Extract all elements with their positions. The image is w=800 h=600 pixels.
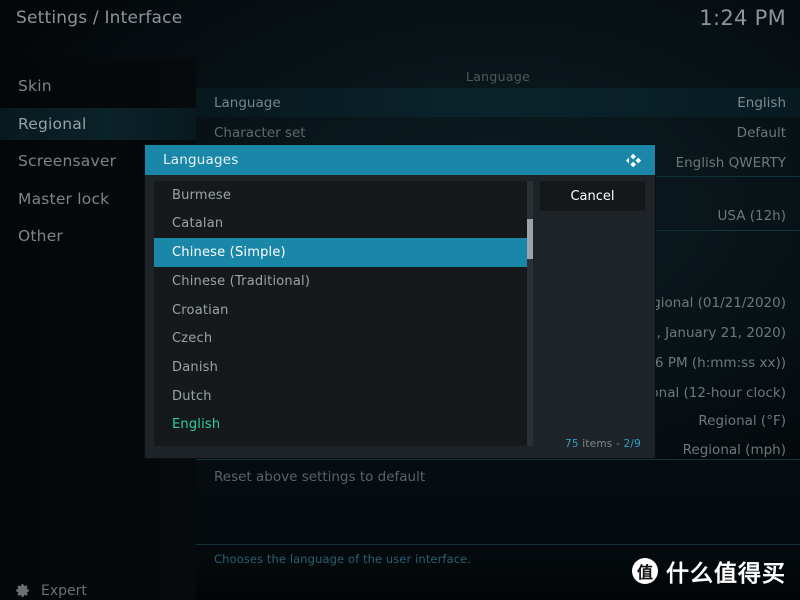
help-divider — [196, 544, 800, 545]
item-count-page: 2/9 — [623, 438, 641, 450]
setting-value: Regional (01/21/2020) — [635, 294, 786, 311]
setting-value: Regional (mph) — [682, 441, 786, 458]
setting-label: Character set — [214, 124, 306, 141]
gear-icon — [14, 582, 31, 599]
top-bar: Settings / Interface 1:24 PM — [0, 0, 800, 58]
section-title: Language — [465, 69, 531, 84]
sidebar-item-skin[interactable]: Skin — [0, 70, 196, 102]
item-count-total: 75 — [564, 438, 579, 450]
sidebar-item-label: Master lock — [18, 189, 110, 208]
sidebar-item-label: Screensaver — [18, 152, 117, 170]
dialog-title: Languages — [163, 152, 239, 168]
watermark: 值 什么值得买 — [632, 554, 786, 588]
list-item-label: Czech — [172, 331, 213, 347]
list-item-label: Burmese — [172, 187, 232, 203]
kodi-logo-icon — [623, 151, 643, 170]
list-item[interactable]: Croatian — [154, 296, 529, 325]
setting-value: English QWERTY — [675, 154, 786, 171]
list-item[interactable]: Catalan — [154, 210, 529, 239]
list-item-label: Chinese (Simple) — [172, 245, 286, 261]
list-scrollbar[interactable] — [527, 181, 533, 446]
list-item[interactable]: Danish — [154, 353, 529, 382]
setting-row[interactable]: Character set Default — [196, 118, 800, 147]
setting-value: Default — [736, 124, 786, 141]
list-item[interactable]: Dutch — [154, 382, 529, 411]
list-item[interactable]: English — [154, 411, 529, 440]
sidebar-item-label: Skin — [18, 77, 52, 95]
item-count: 75 items - 2/9 — [565, 438, 641, 450]
watermark-badge: 值 — [632, 558, 658, 584]
cancel-button[interactable]: Cancel — [540, 181, 645, 211]
setting-value: USA (12h) — [717, 207, 787, 224]
help-text: Chooses the language of the user interfa… — [214, 552, 472, 566]
setting-row[interactable]: Language English — [196, 88, 800, 117]
language-list[interactable]: Burmese Catalan Chinese (Simple) Chinese (T… — [154, 181, 529, 446]
watermark-text: 什么值得买 — [666, 561, 786, 587]
list-item[interactable]: Czech — [154, 325, 529, 354]
setting-label: Language — [214, 94, 281, 111]
setting-value: Regional (°F) — [698, 412, 786, 429]
list-item-label: Dutch — [172, 388, 212, 404]
dialog-header: Languages — [145, 145, 655, 175]
item-count-label: items - — [578, 438, 624, 450]
list-item-label: Danish — [172, 359, 219, 375]
reset-settings-row[interactable]: Reset above settings to default — [214, 469, 425, 485]
list-item-label: Croatian — [172, 302, 229, 318]
list-item-label: Catalan — [172, 216, 224, 232]
list-item[interactable]: Chinese (Traditional) — [154, 267, 529, 296]
setting-value: English — [737, 94, 786, 111]
sidebar-item-regional[interactable]: Regional — [0, 107, 196, 140]
languages-dialog: Languages Burmese Catalan Chinese (Simple)… — [145, 145, 655, 458]
sidebar-level-expert[interactable]: Expert — [14, 582, 87, 599]
list-item[interactable]: Chinese (Simple) — [154, 238, 529, 267]
kodi-settings-screen: Settings / Interface 1:24 PM Skin Regiona… — [0, 0, 800, 600]
dialog-body: Burmese Catalan Chinese (Simple) Chinese (T… — [145, 175, 655, 458]
list-item-label: English — [172, 417, 221, 433]
list-item[interactable]: Burmese — [154, 181, 529, 210]
sidebar-item-label: Regional — [18, 114, 87, 133]
scrollbar-thumb[interactable] — [527, 219, 533, 259]
sidebar-item-label: Other — [18, 227, 64, 245]
sidebar-level-label: Expert — [41, 582, 87, 599]
breadcrumb: Settings / Interface — [16, 8, 183, 28]
list-item-label: Chinese (Traditional) — [172, 273, 311, 289]
clock: 1:24 PM — [699, 6, 786, 30]
